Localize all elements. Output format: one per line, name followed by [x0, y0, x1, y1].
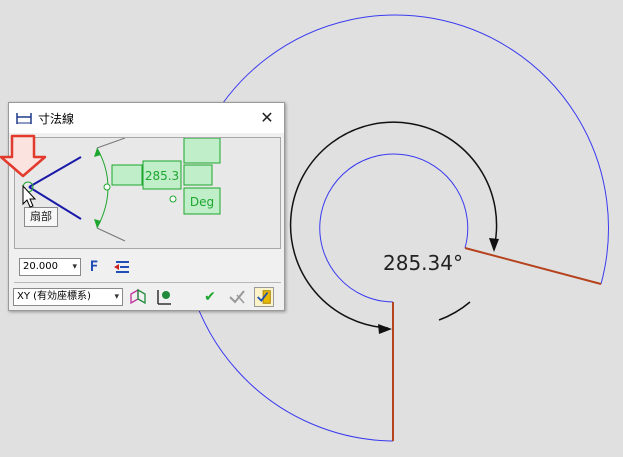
close-button[interactable]: ✕: [255, 106, 279, 130]
preview-extension-lower: [96, 227, 126, 242]
inner-arc: [319, 153, 469, 303]
preview-handle-center[interactable]: [22, 181, 34, 193]
text-height-value: 20.000: [23, 261, 58, 272]
divider: [14, 282, 281, 283]
preview-box-left[interactable]: [111, 164, 143, 186]
preview-unit-text: Deg: [190, 195, 214, 209]
cancel-dimension-icon[interactable]: [227, 287, 247, 307]
arrowhead-bottom: [378, 324, 392, 334]
dimension-icon: [16, 113, 32, 124]
chevron-down-icon: ▾: [114, 292, 119, 302]
hover-tooltip: 扇部: [24, 207, 58, 227]
preview-box-right[interactable]: [183, 164, 213, 186]
coordinate-system-select[interactable]: XY (有効座標系) ▾: [13, 288, 123, 306]
preview-graphic: 285.3 Deg: [22, 137, 221, 242]
preview-handle-mid[interactable]: [103, 183, 111, 191]
font-button[interactable]: F: [84, 257, 104, 277]
angle-dimension-label: 285.34°: [383, 251, 463, 275]
preview-line-upper: [28, 156, 82, 188]
preview-arc-arrow-top: [94, 148, 101, 157]
preview-value-text: 285.3: [145, 169, 179, 183]
text-align-icon[interactable]: [112, 257, 132, 277]
preview-extension-upper: [96, 137, 126, 149]
auto-dimension-icon[interactable]: [254, 287, 274, 307]
coordinate-tool-icon[interactable]: [154, 287, 174, 307]
dialog-title: 寸法線: [38, 112, 75, 126]
coordinate-system-value: XY (有効座標系): [17, 291, 91, 302]
arrowhead-right: [489, 238, 499, 252]
dimension-preview: 285.3 Deg: [14, 137, 281, 249]
ok-button[interactable]: ✔: [200, 287, 220, 307]
preview-box-top[interactable]: [183, 137, 221, 164]
dimension-arc-tail: [438, 301, 471, 321]
preview-handle-deg[interactable]: [169, 195, 177, 203]
plane-icon[interactable]: [128, 287, 148, 307]
chevron-down-icon: ▾: [72, 262, 77, 272]
text-height-select[interactable]: 20.000 ▾: [19, 258, 81, 276]
dimension-arc: [289, 121, 498, 329]
dialog-titlebar[interactable]: 寸法線 ✕: [9, 103, 284, 133]
preview-arc-arrow-bottom: [94, 219, 101, 228]
dimension-line-radial: [464, 247, 602, 285]
